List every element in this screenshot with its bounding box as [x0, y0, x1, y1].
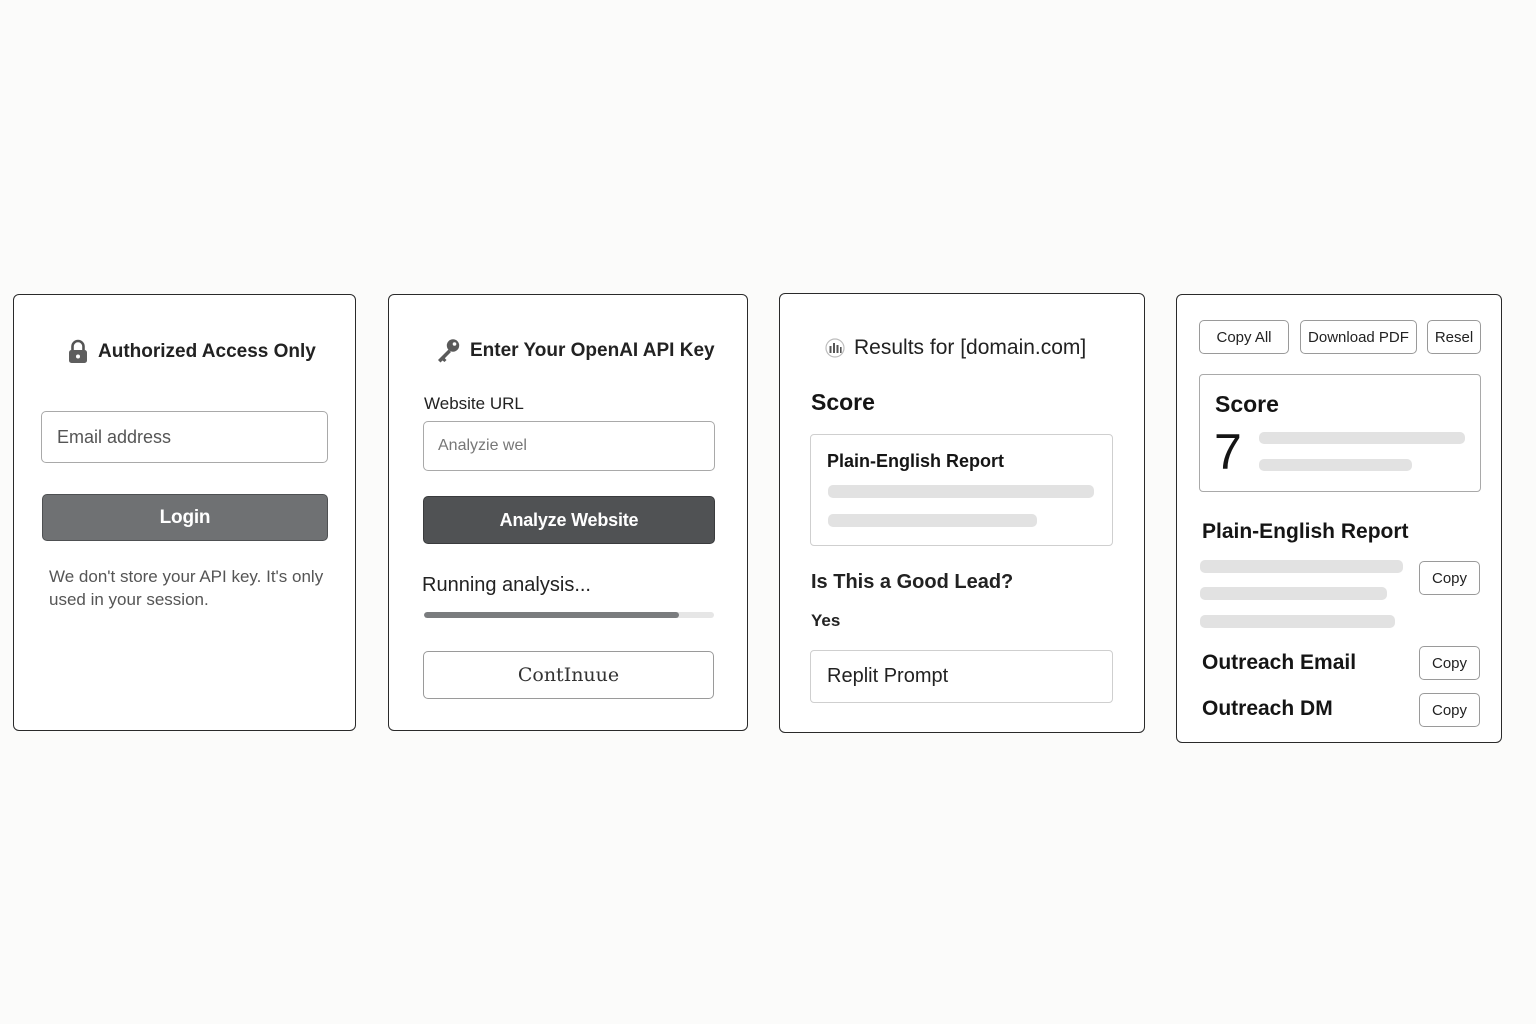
score-skeleton-line [1259, 432, 1465, 444]
login-button[interactable]: Login [42, 494, 328, 541]
analysis-status: Running analysis... [422, 574, 591, 596]
outreach-dm-heading: Outreach DM [1202, 697, 1333, 720]
copy-report-button[interactable]: Copy [1419, 561, 1480, 595]
score-skeleton-line [1259, 459, 1412, 471]
replit-prompt-box[interactable]: Replit Prompt [810, 650, 1113, 703]
website-url-label: Website URL [424, 394, 524, 413]
copy-email-button[interactable]: Copy [1419, 646, 1480, 680]
score-value: 7 [1214, 424, 1242, 480]
results-title-text: Results for [domain.com] [854, 336, 1087, 359]
url-placeholder: Analyzie wel [438, 437, 527, 454]
copy-dm-label: Copy [1431, 701, 1468, 719]
actions-card: Copy All Download PDF Resel Score 7 Plai… [1176, 294, 1502, 743]
results-score-heading: Score [811, 389, 875, 415]
score-heading: Score [1215, 391, 1279, 417]
api-key-card: Enter Your OpenAI API Key Website URL An… [388, 294, 748, 731]
report-skeleton-line [828, 485, 1094, 498]
results-card: Results for [domain.com] Score Plain-Eng… [779, 293, 1145, 733]
results-report-heading: Plain-English Report [827, 451, 1005, 471]
copy-all-label: Copy All [1216, 328, 1272, 346]
analyze-website-button[interactable]: Analyze Website [423, 496, 715, 544]
outreach-email-heading: Outreach Email [1202, 651, 1357, 674]
bar-chart-icon [825, 338, 845, 358]
login-title-text: Authorized Access Only [98, 340, 316, 362]
analysis-progress-fill [424, 612, 680, 618]
reset-label: Resel [1434, 328, 1474, 346]
copy-dm-button[interactable]: Copy [1419, 693, 1480, 727]
api-card-title: Enter Your OpenAI API Key [435, 338, 715, 364]
report-skeleton-line [1200, 560, 1403, 573]
lock-icon [67, 339, 89, 364]
login-button-label: Login [159, 506, 211, 528]
email-placeholder: Email address [57, 426, 172, 447]
report-panel: Plain-English Report [810, 434, 1113, 546]
copy-report-label: Copy [1431, 569, 1468, 587]
download-pdf-label: Download PDF [1308, 328, 1409, 346]
api-title-text: Enter Your OpenAI API Key [470, 340, 715, 361]
actions-report-heading: Plain-English Report [1202, 520, 1409, 543]
key-icon [435, 338, 461, 364]
website-url-input[interactable]: Analyzie wel [423, 421, 715, 471]
email-input[interactable]: Email address [41, 411, 328, 463]
results-card-title: Results for [domain.com] [825, 336, 1086, 360]
score-panel: Score 7 [1199, 374, 1481, 492]
replit-prompt-label: Replit Prompt [827, 665, 949, 687]
good-lead-answer: Yes [811, 611, 841, 630]
analysis-progress-bar [424, 612, 714, 618]
copy-all-button[interactable]: Copy All [1199, 320, 1289, 354]
copy-email-label: Copy [1431, 654, 1468, 672]
api-key-notice: We don't store your API key. It's only u… [49, 567, 324, 609]
analyze-button-label: Analyze Website [499, 509, 639, 530]
login-card: Authorized Access Only Email address Log… [13, 294, 356, 731]
good-lead-heading: Is This a Good Lead? [811, 571, 1014, 593]
continue-button-label: ContInuue [517, 664, 620, 686]
report-skeleton-line [1200, 587, 1387, 600]
continue-button[interactable]: ContInuue [423, 651, 714, 699]
report-skeleton-line [828, 514, 1037, 527]
reset-button[interactable]: Resel [1427, 320, 1481, 354]
download-pdf-button[interactable]: Download PDF [1300, 320, 1417, 354]
report-skeleton-line [1200, 615, 1395, 628]
login-card-title: Authorized Access Only [67, 339, 316, 364]
